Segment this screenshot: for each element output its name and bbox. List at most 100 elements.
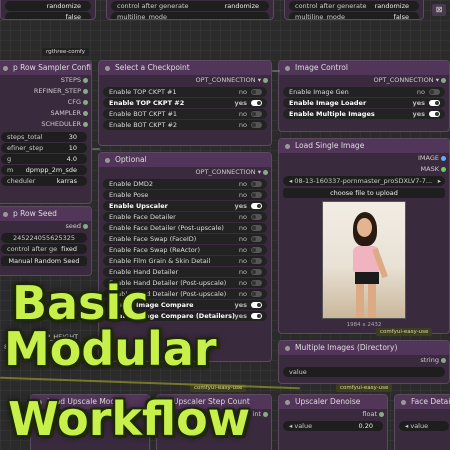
- load-image-header[interactable]: Load Single Image: [279, 139, 449, 153]
- toggle-switch[interactable]: [251, 302, 262, 308]
- toggle-switch[interactable]: [251, 203, 262, 209]
- collapse-dot-icon[interactable]: [285, 400, 290, 405]
- output-port[interactable]: [83, 111, 88, 116]
- output-port[interactable]: [83, 122, 88, 127]
- directory-value-field[interactable]: value: [283, 367, 445, 377]
- collapse-dot-icon[interactable]: [105, 158, 110, 163]
- top-widget-2[interactable]: false: [5, 12, 91, 19]
- node-close-icon[interactable]: ⊠: [432, 4, 446, 16]
- toggle-switch[interactable]: [251, 192, 262, 198]
- output-port[interactable]: [263, 78, 268, 83]
- face-detail-value-field[interactable]: ◂ value: [399, 421, 449, 431]
- collapse-dot-icon[interactable]: [3, 66, 8, 71]
- toggle-switch[interactable]: [429, 89, 440, 95]
- toggle-row[interactable]: Enable Film Grain & Skin Detail no: [103, 256, 267, 266]
- collapse-dot-icon[interactable]: [105, 66, 110, 71]
- toggle-switch[interactable]: [251, 181, 262, 187]
- face-detail-header[interactable]: Face Detail: [395, 395, 450, 409]
- toggle-row[interactable]: Enable Upscaler yes: [103, 201, 267, 211]
- output-port[interactable]: [263, 412, 268, 417]
- chevron-right-icon[interactable]: ▸: [438, 176, 441, 186]
- sampler-output: REFINER_STEP: [0, 86, 91, 97]
- sampler-widget[interactable]: g 4.0: [1, 154, 87, 164]
- toggle-row[interactable]: Enable Image Gen no: [283, 87, 445, 97]
- toggle-row[interactable]: Enable Face Swap (ReActor) no: [103, 245, 267, 255]
- toggle-switch[interactable]: [251, 89, 262, 95]
- manual-random-seed-button[interactable]: Manual Random Seed: [1, 256, 87, 266]
- sampler-widget[interactable]: efiner_step 10: [1, 143, 87, 153]
- output-port[interactable]: [441, 156, 446, 161]
- checkpoint-node[interactable]: Select a Checkpoint OPT_CONNECTION ▾ Ena…: [98, 60, 272, 146]
- denoise-value-field[interactable]: ◂ value 0.20: [283, 421, 383, 431]
- toggle-switch[interactable]: [251, 313, 262, 319]
- toggle-switch[interactable]: [251, 247, 262, 253]
- toggle-row[interactable]: Enable TOP CKPT #2 yes: [103, 98, 267, 108]
- toggle-row[interactable]: Enable DMD2 no: [103, 179, 267, 189]
- output-port[interactable]: [441, 78, 446, 83]
- upload-button[interactable]: choose file to upload: [283, 188, 445, 198]
- multiple-images-node[interactable]: Multiple Images (Directory) string value: [278, 340, 450, 384]
- checkpoint-header[interactable]: Select a Checkpoint: [99, 61, 271, 75]
- output-port[interactable]: [83, 224, 88, 229]
- top-widget-1[interactable]: randomize: [5, 1, 91, 11]
- output-port[interactable]: [263, 170, 268, 175]
- sampler-config-header[interactable]: p Row Sampler Config: [0, 61, 91, 75]
- toggle-row[interactable]: Enable Pose no: [103, 190, 267, 200]
- output-port[interactable]: [83, 100, 88, 105]
- toggle-label: Enable Face Swap (FaceID): [109, 235, 197, 243]
- toggle-switch[interactable]: [251, 291, 262, 297]
- seed-control-select[interactable]: control after ge fixed: [1, 244, 87, 254]
- seed-value-field[interactable]: 245224055625325: [1, 233, 87, 243]
- row-seed-node[interactable]: p Row Seed seed 245224055625325 control …: [0, 206, 92, 276]
- image-file-select[interactable]: ◂ 08-13-160337-pornmaster_proSDXLV7-7...…: [283, 176, 445, 186]
- toggle-switch[interactable]: [251, 100, 262, 106]
- toggle-row[interactable]: Enable Face Detailer no: [103, 212, 267, 222]
- top-widget-5[interactable]: control after generate randomize: [289, 1, 419, 11]
- sampler-widget[interactable]: steps_total 30: [1, 132, 87, 142]
- toggle-row[interactable]: Enable BOT CKPT #1 no: [103, 109, 267, 119]
- sampler-widget[interactable]: m dpmpp_2m_sde: [1, 165, 87, 175]
- toggle-row[interactable]: Enable Multiple Images yes: [283, 109, 445, 119]
- load-single-image-node[interactable]: Load Single Image IMAGE MASK ◂ 08-13-160…: [278, 138, 450, 334]
- sampler-config-node[interactable]: p Row Sampler Config STEPS REFINER_STEP CF…: [0, 60, 92, 204]
- upscaler-denoise-header[interactable]: Upscaler Denoise: [279, 395, 387, 409]
- upscaler-denoise-node[interactable]: Upscaler Denoise float ◂ value 0.20: [278, 394, 388, 450]
- toggle-switch[interactable]: [251, 269, 262, 275]
- image-control-header[interactable]: Image Control: [279, 61, 449, 75]
- toggle-switch[interactable]: [429, 111, 440, 117]
- output-port[interactable]: [379, 412, 384, 417]
- toggle-switch[interactable]: [251, 214, 262, 220]
- image-control-node[interactable]: Image Control OPT_CONNECTION ▾ Enable Im…: [278, 60, 450, 132]
- toggle-row[interactable]: Enable TOP CKPT #1 no: [103, 87, 267, 97]
- toggle-row[interactable]: Enable Face Swap (FaceID) no: [103, 234, 267, 244]
- toggle-switch[interactable]: [251, 280, 262, 286]
- optional-header[interactable]: Optional: [99, 153, 271, 167]
- output-port[interactable]: [83, 78, 88, 83]
- toggle-row[interactable]: Enable Face Detailer (Post-upscale) no: [103, 223, 267, 233]
- top-widget-3[interactable]: control after generate randomize: [111, 1, 269, 11]
- row-seed-header[interactable]: p Row Seed: [0, 207, 91, 221]
- collapse-dot-icon[interactable]: [285, 346, 290, 351]
- toggle-row[interactable]: Enable BOT CKPT #2 no: [103, 120, 267, 130]
- toggle-switch[interactable]: [251, 258, 262, 264]
- collapse-dot-icon[interactable]: [3, 212, 8, 217]
- output-port[interactable]: [83, 89, 88, 94]
- toggle-label: Enable Hand Detailer: [109, 268, 179, 276]
- toggle-switch[interactable]: [251, 122, 262, 128]
- face-detail-node[interactable]: Face Detail ◂ value: [394, 394, 450, 450]
- toggle-switch[interactable]: [251, 225, 262, 231]
- collapse-dot-icon[interactable]: [285, 66, 290, 71]
- output-port[interactable]: [441, 167, 446, 172]
- toggle-switch[interactable]: [251, 236, 262, 242]
- image-output: IMAGE: [279, 153, 449, 164]
- toggle-row[interactable]: Enable Image Loader yes: [283, 98, 445, 108]
- collapse-dot-icon[interactable]: [401, 400, 406, 405]
- collapse-dot-icon[interactable]: [285, 144, 290, 149]
- multiple-images-header[interactable]: Multiple Images (Directory): [279, 341, 449, 355]
- toggle-switch[interactable]: [251, 111, 262, 117]
- sampler-widget[interactable]: cheduler karras: [1, 176, 87, 186]
- top-widget-4[interactable]: multiline_mode: [111, 12, 269, 19]
- top-widget-6[interactable]: multiline_mode false: [289, 12, 419, 19]
- toggle-switch[interactable]: [429, 100, 440, 106]
- output-port[interactable]: [441, 358, 446, 363]
